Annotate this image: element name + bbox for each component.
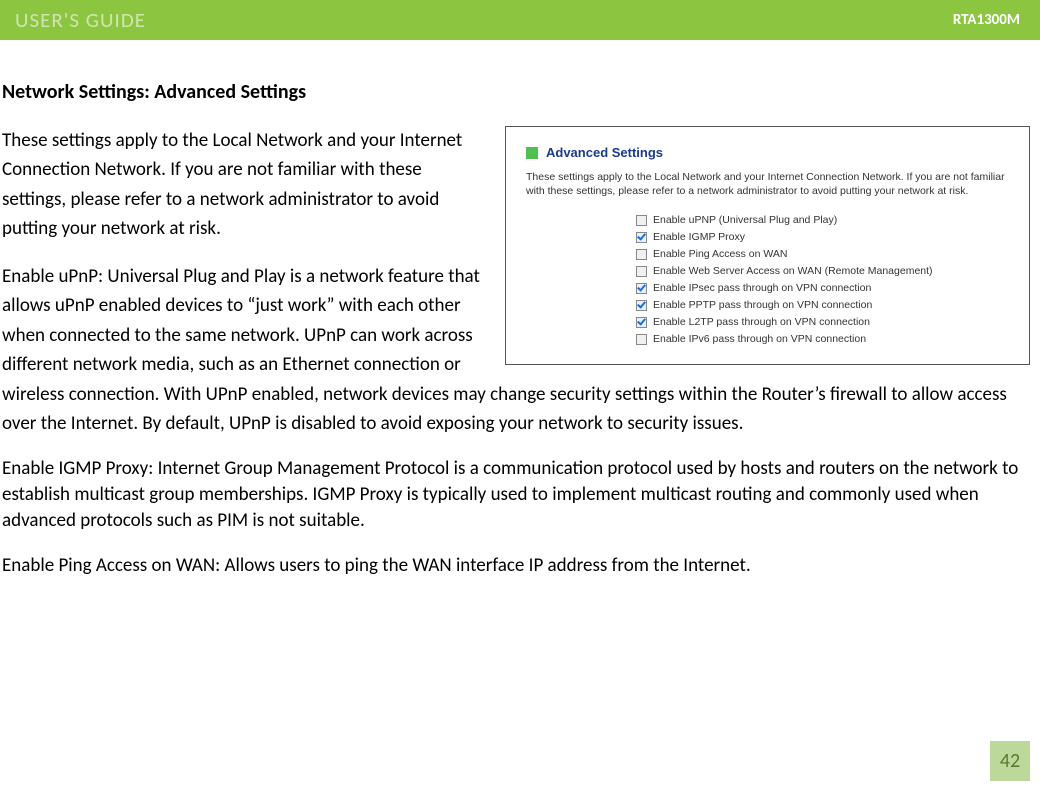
screenshot-options: Enable uPNP (Universal Plug and Play) Ena… (526, 214, 1019, 345)
option-row: Enable Web Server Access on WAN (Remote … (636, 265, 1019, 277)
paragraph-ping: Enable Ping Access on WAN: Allows users … (2, 551, 1030, 580)
option-label: Enable IPv6 pass through on VPN connecti… (653, 333, 866, 345)
checkbox-icon[interactable] (636, 249, 647, 260)
header-title: USER'S GUIDE (15, 7, 146, 33)
option-label: Enable Ping Access on WAN (653, 248, 787, 260)
option-row: Enable IGMP Proxy (636, 231, 1019, 243)
checkbox-icon[interactable] (636, 215, 647, 226)
checkbox-icon[interactable] (636, 232, 647, 243)
option-row: Enable IPsec pass through on VPN connect… (636, 282, 1019, 294)
option-row: Enable L2TP pass through on VPN connecti… (636, 316, 1019, 328)
header-model: RTA1300M (953, 11, 1020, 29)
checkbox-icon[interactable] (636, 300, 647, 311)
checkbox-icon[interactable] (636, 317, 647, 328)
section-title: Network Settings: Advanced Settings (2, 80, 1030, 104)
paragraph-igmp: Enable IGMP Proxy: Internet Group Manage… (2, 456, 1030, 533)
option-row: Enable PPTP pass through on VPN connecti… (636, 299, 1019, 311)
page-content: Network Settings: Advanced Settings Adva… (0, 40, 1040, 609)
screenshot-title: Advanced Settings (546, 145, 663, 160)
bullet-square-icon (526, 147, 538, 159)
header-bar: USER'S GUIDE RTA1300M (0, 0, 1040, 40)
settings-screenshot: Advanced Settings These settings apply t… (505, 126, 1030, 365)
option-row: Enable uPNP (Universal Plug and Play) (636, 214, 1019, 226)
option-row: Enable IPv6 pass through on VPN connecti… (636, 333, 1019, 345)
checkbox-icon[interactable] (636, 266, 647, 277)
checkbox-icon[interactable] (636, 283, 647, 294)
page-number: 42 (990, 741, 1030, 781)
option-label: Enable IPsec pass through on VPN connect… (653, 282, 871, 294)
option-label: Enable IGMP Proxy (653, 231, 745, 243)
screenshot-description: These settings apply to the Local Networ… (526, 170, 1019, 198)
screenshot-title-row: Advanced Settings (526, 145, 1019, 160)
option-label: Enable L2TP pass through on VPN connecti… (653, 316, 870, 328)
option-label: Enable Web Server Access on WAN (Remote … (653, 265, 933, 277)
checkbox-icon[interactable] (636, 334, 647, 345)
option-label: Enable uPNP (Universal Plug and Play) (653, 214, 837, 226)
option-row: Enable Ping Access on WAN (636, 248, 1019, 260)
option-label: Enable PPTP pass through on VPN connecti… (653, 299, 872, 311)
